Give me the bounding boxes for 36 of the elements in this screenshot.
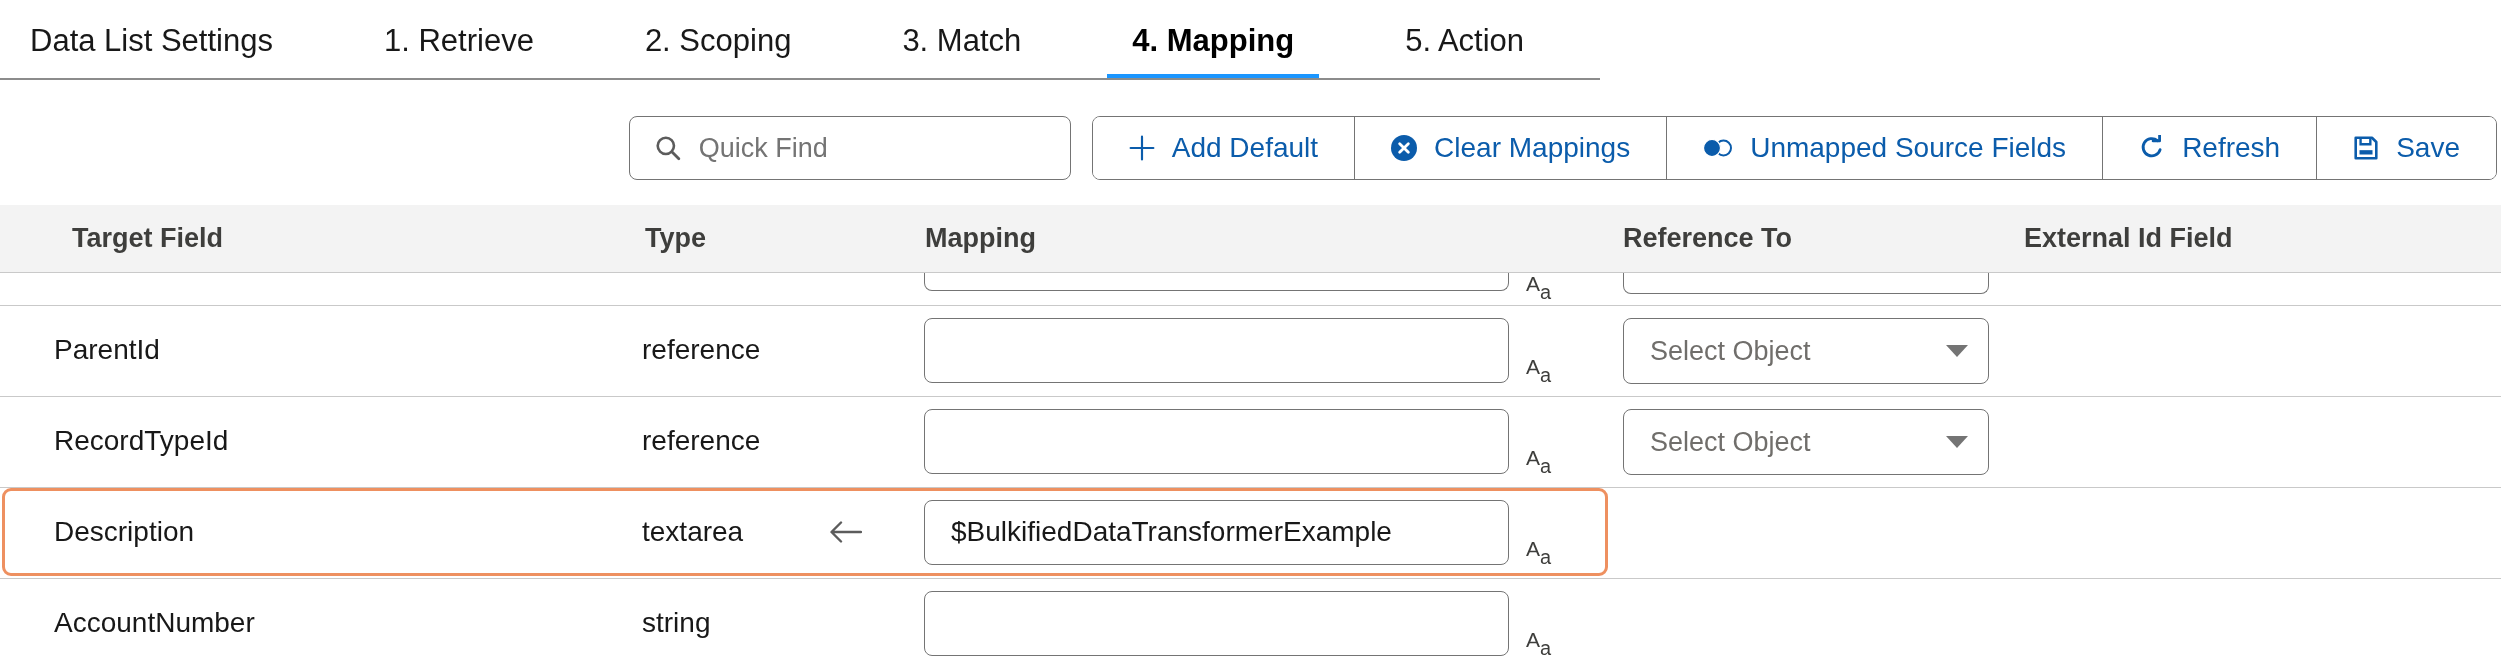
save-button[interactable]: Save xyxy=(2316,117,2496,179)
column-header: Reference To xyxy=(1623,223,1794,254)
tab[interactable]: 4. Mapping xyxy=(1107,0,1320,78)
save-icon xyxy=(2353,135,2380,161)
tab[interactable]: 3. Match xyxy=(877,0,1047,78)
search-icon xyxy=(654,135,681,161)
tab[interactable]: 5. Action xyxy=(1380,0,1550,78)
x-circle-icon xyxy=(1391,135,1418,161)
caret-icon xyxy=(1946,436,1968,448)
target-field-name: Description xyxy=(54,516,195,548)
tab[interactable]: Data List Settings xyxy=(5,0,298,78)
column-header: Mapping xyxy=(925,223,1037,254)
field-type: textarea xyxy=(642,516,744,548)
mapping-field[interactable] xyxy=(924,408,1509,474)
mapping-field[interactable]: $BulkifiedDataTransformerExample xyxy=(924,499,1509,565)
two-circles-icon xyxy=(1703,139,1734,157)
tab[interactable]: 1. Retrieve xyxy=(358,0,559,78)
target-field-name: RecordTypeId xyxy=(54,425,229,457)
tab[interactable]: 2. Scoping xyxy=(619,0,817,78)
object-select[interactable]: Select Object xyxy=(1623,318,1989,384)
quick-find-field[interactable]: Quick Find xyxy=(628,116,1071,180)
column-header: Target Field xyxy=(71,223,225,254)
field-type: reference xyxy=(642,425,761,457)
object-select[interactable]: Select Object xyxy=(1623,409,1989,475)
field-type: string xyxy=(642,607,711,639)
plus-icon xyxy=(1128,135,1155,161)
field-type: reference xyxy=(642,334,761,366)
mapping-field[interactable] xyxy=(924,273,1509,291)
target-field-name: AccountNumber xyxy=(54,607,255,639)
column-header: External Id Field xyxy=(2024,223,2233,254)
object-select[interactable] xyxy=(1623,273,1989,294)
column-header: Type xyxy=(645,223,707,254)
target-field-name: ParentId xyxy=(54,334,160,366)
mapping-field[interactable] xyxy=(924,590,1509,656)
caret-icon xyxy=(1946,345,1968,357)
mapping-field[interactable] xyxy=(924,317,1509,383)
